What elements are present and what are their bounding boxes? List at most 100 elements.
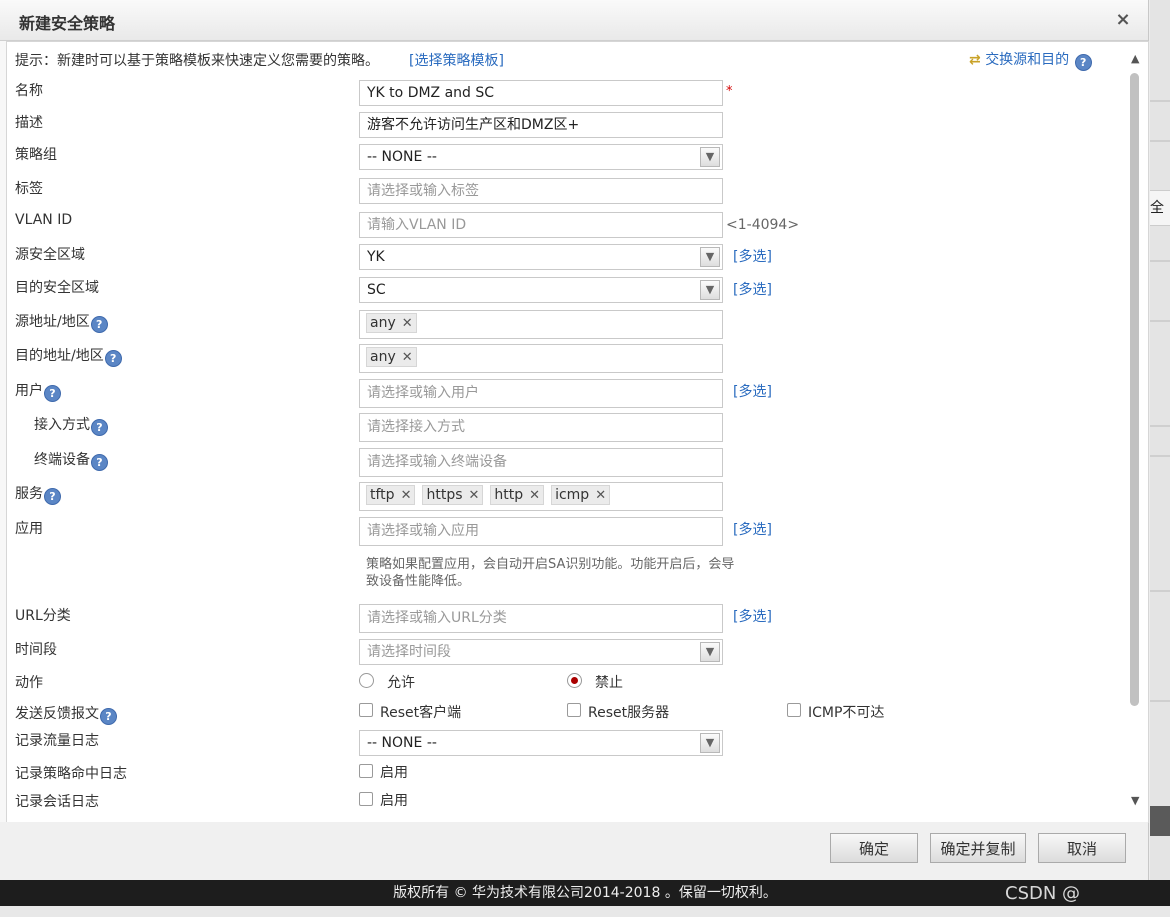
new-security-policy-dialog: 新建安全策略 × 提示：新建时可以基于策略模板来快速定义您需要的策略。 [选择策… — [0, 0, 1149, 880]
action-deny-radio[interactable] — [567, 673, 582, 688]
traffic-log-label: 记录流量日志 — [15, 733, 99, 749]
terminal-device-label: 终端设备? — [34, 449, 108, 471]
scroll-up-arrow-icon[interactable]: ▲ — [1131, 52, 1139, 65]
help-icon[interactable]: ? — [90, 316, 108, 333]
background-divider — [1150, 700, 1170, 702]
background-divider — [1150, 320, 1170, 322]
watermark: CSDN @ — [1005, 883, 1081, 904]
dialog-titlebar: 新建安全策略 × — [0, 0, 1148, 41]
access-mode-label: 接入方式? — [34, 414, 108, 436]
remove-tag-icon[interactable]: ✕ — [402, 316, 413, 331]
session-log-label: 记录会话日志 — [15, 794, 99, 810]
vlan-label: VLAN ID — [15, 212, 73, 228]
access-mode-input[interactable]: 请选择接入方式 — [359, 413, 723, 442]
traffic-log-select[interactable]: -- NONE -- ▼ — [359, 730, 723, 756]
cancel-button[interactable]: 取消 — [1038, 833, 1126, 863]
remove-tag-icon[interactable]: ✕ — [401, 488, 412, 503]
session-log-enable-label: 启用 — [380, 793, 408, 809]
name-label: 名称 — [15, 83, 43, 99]
action-allow-radio[interactable] — [359, 673, 374, 688]
action-deny-label: 禁止 — [595, 675, 623, 691]
help-icon[interactable]: ? — [100, 708, 117, 725]
background-divider — [1150, 260, 1170, 262]
dst-zone-multi-select[interactable]: [多选] — [733, 279, 772, 299]
chevron-down-icon[interactable]: ▼ — [700, 280, 720, 300]
scroll-down-arrow-icon[interactable]: ▼ — [1131, 794, 1139, 807]
reset-server-label: Reset服务器 — [588, 705, 670, 721]
application-label: 应用 — [15, 521, 43, 537]
vlan-range-hint: <1-4094> — [726, 217, 800, 233]
application-note: 策略如果配置应用，会自动开启SA识别功能。功能开启后，会导致设备性能降低。 — [366, 557, 735, 589]
background-divider — [1150, 100, 1170, 102]
chevron-down-icon[interactable]: ▼ — [700, 733, 720, 753]
policy-group-label: 策略组 — [15, 147, 57, 163]
close-icon[interactable]: × — [1114, 9, 1132, 30]
bottom-strip — [0, 906, 1170, 917]
address-tag: any ✕ — [366, 347, 417, 367]
remove-tag-icon[interactable]: ✕ — [402, 350, 413, 365]
terminal-device-input[interactable]: 请选择或输入终端设备 — [359, 448, 723, 477]
service-tag: https ✕ — [422, 485, 484, 505]
help-icon[interactable]: ? — [1074, 54, 1092, 71]
src-zone-label: 源安全区域 — [15, 247, 85, 263]
remove-tag-icon[interactable]: ✕ — [595, 488, 606, 503]
chevron-down-icon[interactable]: ▼ — [700, 247, 720, 267]
swap-src-dst-button[interactable]: ⇄ 交换源和目的 ? — [969, 49, 1092, 71]
chevron-down-icon[interactable]: ▼ — [700, 642, 720, 662]
session-log-checkbox[interactable] — [359, 792, 373, 806]
remove-tag-icon[interactable]: ✕ — [469, 488, 480, 503]
src-zone-select[interactable]: YK ▼ — [359, 244, 723, 270]
tag-label: 标签 — [15, 181, 43, 197]
tag-input[interactable]: 请选择或输入标签 — [359, 178, 723, 204]
background-divider — [1150, 590, 1170, 592]
help-icon[interactable]: ? — [91, 419, 108, 436]
scrollbar-thumb[interactable] — [1130, 73, 1139, 706]
dialog-title: 新建安全策略 — [19, 14, 116, 33]
icmp-unreachable-label: ICMP不可达 — [808, 705, 885, 721]
service-tag: http ✕ — [490, 485, 545, 505]
icmp-unreachable-checkbox[interactable] — [787, 703, 801, 717]
help-icon[interactable]: ? — [91, 454, 108, 471]
background-block — [1150, 806, 1170, 836]
address-tag: any ✕ — [366, 313, 417, 333]
action-label: 动作 — [15, 675, 43, 691]
application-multi-select[interactable]: [多选] — [733, 519, 772, 539]
user-multi-select[interactable]: [多选] — [733, 381, 772, 401]
application-input[interactable]: 请选择或输入应用 — [359, 517, 723, 546]
reset-server-checkbox[interactable] — [567, 703, 581, 717]
chevron-down-icon[interactable]: ▼ — [700, 147, 720, 167]
src-address-input[interactable]: any ✕ — [359, 310, 723, 339]
description-input[interactable]: 游客不允许访问生产区和DMZ区+ — [359, 112, 723, 138]
ok-button[interactable]: 确定 — [830, 833, 918, 863]
url-category-input[interactable]: 请选择或输入URL分类 — [359, 604, 723, 633]
tip-text: 提示：新建时可以基于策略模板来快速定义您需要的策略。 — [15, 53, 379, 69]
dst-address-label: 目的地址/地区? — [15, 345, 122, 367]
help-icon[interactable]: ? — [104, 350, 122, 367]
policy-group-select[interactable]: -- NONE -- ▼ — [359, 144, 723, 170]
hit-log-checkbox[interactable] — [359, 764, 373, 778]
url-category-multi-select[interactable]: [多选] — [733, 606, 772, 626]
dst-zone-select[interactable]: SC ▼ — [359, 277, 723, 303]
time-range-select[interactable]: 请选择时间段 ▼ — [359, 639, 723, 665]
time-range-label: 时间段 — [15, 642, 57, 658]
hit-log-enable-label: 启用 — [380, 765, 408, 781]
select-template-link[interactable]: [选择策略模板] — [409, 50, 504, 70]
action-allow-label: 允许 — [387, 675, 415, 691]
ok-and-copy-button[interactable]: 确定并复制 — [930, 833, 1026, 863]
reset-client-checkbox[interactable] — [359, 703, 373, 717]
user-label: 用户? — [15, 380, 61, 402]
name-input[interactable]: YK to DMZ and SC — [359, 80, 723, 106]
vlan-input[interactable]: 请输入VLAN ID — [359, 212, 723, 238]
dst-address-input[interactable]: any ✕ — [359, 344, 723, 373]
src-zone-multi-select[interactable]: [多选] — [733, 246, 772, 266]
background-tab: 全 — [1150, 190, 1170, 226]
background-divider — [1150, 140, 1170, 142]
remove-tag-icon[interactable]: ✕ — [529, 488, 540, 503]
service-label: 服务? — [15, 483, 61, 505]
help-icon[interactable]: ? — [44, 385, 61, 402]
user-input[interactable]: 请选择或输入用户 — [359, 379, 723, 408]
service-input[interactable]: tftp ✕ https ✕ http ✕ icmp ✕ — [359, 482, 723, 511]
help-icon[interactable]: ? — [44, 488, 61, 505]
dialog-content: 提示：新建时可以基于策略模板来快速定义您需要的策略。 [选择策略模板] ⇄ 交换… — [6, 41, 1149, 823]
reset-client-label: Reset客户端 — [380, 705, 462, 721]
